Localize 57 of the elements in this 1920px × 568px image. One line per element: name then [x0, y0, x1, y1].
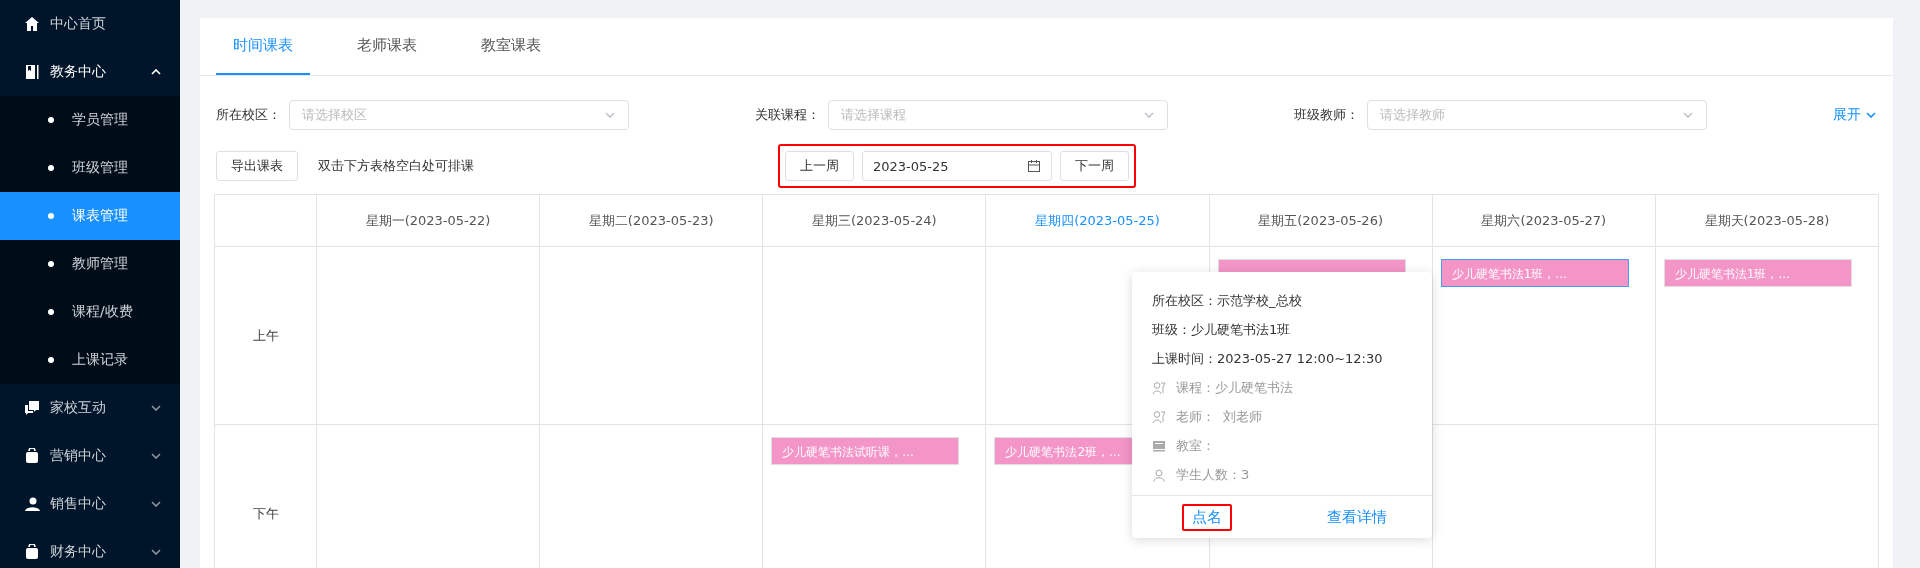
bag-icon [24, 448, 40, 464]
chevron-down-icon [1682, 109, 1694, 121]
info-text: 班级：少儿硬笔书法1班 [1152, 320, 1291, 339]
column-header: 星期四(2023-05-25) [986, 195, 1210, 247]
info-text: 所在校区：示范学校_总校 [1152, 291, 1302, 310]
submenu-item[interactable]: 教师管理 [0, 240, 180, 288]
column-header: 星期一(2023-05-22) [317, 195, 541, 247]
home-icon [24, 16, 40, 32]
tab[interactable]: 老师课表 [340, 18, 434, 75]
tab[interactable]: 教室课表 [464, 18, 558, 75]
info-text: 课程：少儿硬笔书法 [1176, 378, 1293, 397]
column-header: 星期二(2023-05-23) [540, 195, 764, 247]
field-label: 所在校区： [216, 106, 281, 124]
menu-item[interactable]: 中心首页 [0, 0, 180, 48]
menu-item[interactable]: 销售中心 [0, 480, 180, 528]
column-header: 星期五(2023-05-26) [1209, 195, 1433, 247]
bullet-icon [48, 357, 54, 363]
hint-text: 双击下方表格空白处可排课 [318, 157, 475, 175]
bullet-icon [48, 309, 54, 315]
bullet-icon [48, 117, 54, 123]
calendar-icon [1027, 159, 1041, 173]
date-field[interactable]: 2023-05-25 [862, 151, 1052, 181]
chevron-down-icon [1143, 109, 1155, 121]
menu-item[interactable]: 教务中心 [0, 48, 180, 96]
export-button[interactable]: 导出课表 [216, 151, 298, 181]
user-icon [1152, 467, 1166, 482]
prev-week-button[interactable]: 上一周 [785, 151, 854, 181]
info-text: 学生人数：3 [1176, 465, 1250, 484]
chevron-down-icon [604, 109, 616, 121]
monitor-icon [1152, 438, 1166, 453]
submenu-item[interactable]: 学员管理 [0, 96, 180, 144]
submenu-item[interactable]: 课程/收费 [0, 288, 180, 336]
menu-item[interactable]: 营销中心 [0, 432, 180, 480]
info-text: 上课时间：2023-05-27 12:00~12:30 [1152, 349, 1383, 368]
chevron-down-icon [1865, 109, 1877, 121]
menu-item[interactable]: 财务中心 [0, 528, 180, 568]
bullet-icon [48, 261, 54, 267]
people-icon [1152, 380, 1166, 395]
column-header: 星期三(2023-05-24) [763, 195, 987, 247]
submenu-item[interactable]: 上课记录 [0, 336, 180, 384]
person-icon [24, 496, 40, 512]
bag-icon [24, 544, 40, 560]
menu-item[interactable]: 家校互动 [0, 384, 180, 432]
submenu-item[interactable]: 班级管理 [0, 144, 180, 192]
field-label: 班级教师： [1294, 106, 1359, 124]
field-label: 关联课程： [755, 106, 820, 124]
bullet-icon [48, 165, 54, 171]
info-text: 老师： 刘老师 [1176, 407, 1263, 426]
column-header: 星期六(2023-05-27) [1432, 195, 1656, 247]
column-header: 星期天(2023-05-28) [1655, 195, 1879, 247]
book-icon [24, 64, 40, 80]
row-header: 上午 [215, 247, 317, 425]
bullet-icon [48, 213, 54, 219]
next-week-button[interactable]: 下一周 [1060, 151, 1129, 181]
row-header: 下午 [215, 425, 317, 568]
chat-icon [24, 400, 40, 416]
people-icon [1152, 409, 1166, 424]
